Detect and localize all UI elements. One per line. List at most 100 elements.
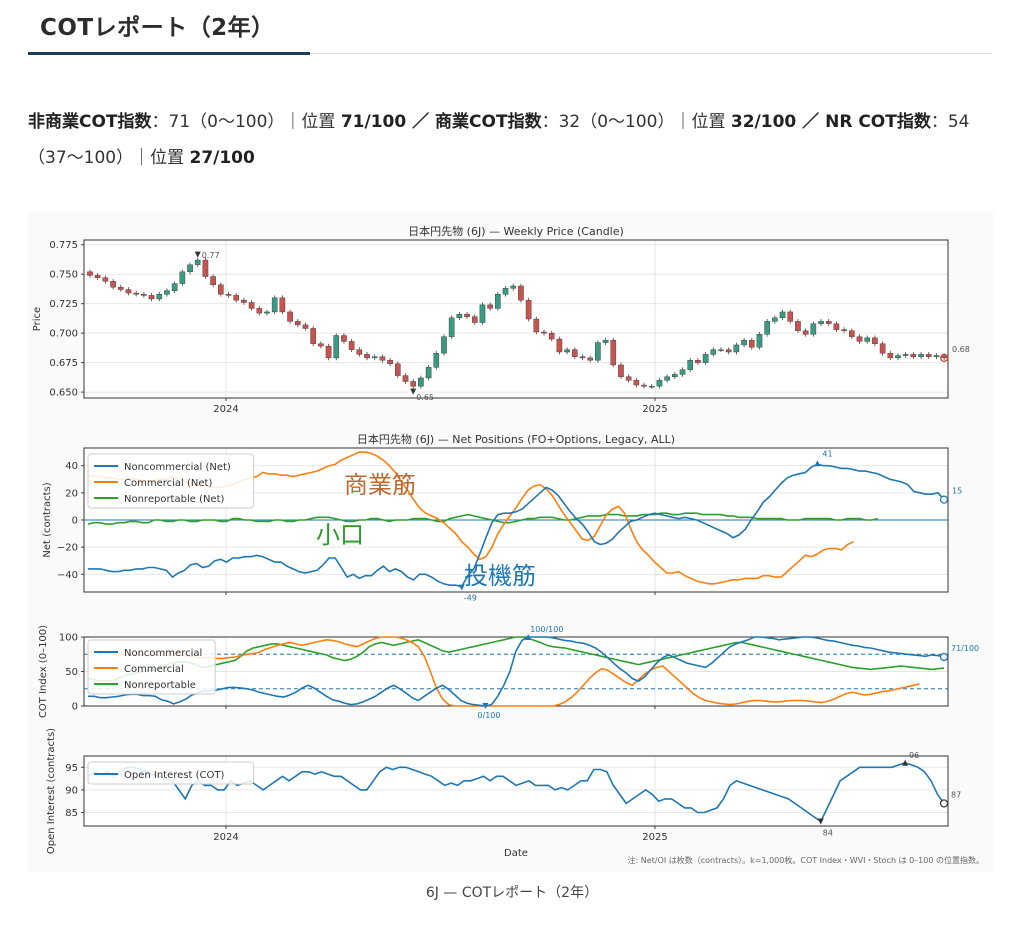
candle-body xyxy=(672,374,678,377)
candle-body xyxy=(433,352,440,368)
candle-body xyxy=(787,311,794,322)
nonreportable-position: 27/100 xyxy=(189,148,255,168)
y-tick-label: 0 xyxy=(72,516,78,527)
candle-body xyxy=(218,284,224,295)
candle-body xyxy=(641,384,647,387)
candle-body xyxy=(718,349,724,351)
candle-body xyxy=(495,294,501,309)
candle-body xyxy=(602,340,609,343)
last-label: 71/100 xyxy=(951,644,979,653)
candle-body xyxy=(687,360,694,370)
figure-caption: 6J — COTレポート（2年） xyxy=(425,885,599,901)
candle-body xyxy=(587,357,593,361)
candle-body xyxy=(302,324,309,329)
candle-body xyxy=(525,299,532,320)
last-marker xyxy=(939,495,949,504)
candle-body xyxy=(125,289,132,294)
legend-entry: Commercial xyxy=(124,664,184,675)
candle-body xyxy=(541,331,547,334)
x-tick-label: 2024 xyxy=(213,404,238,415)
candle-body xyxy=(802,330,809,335)
y-axis-label: Open Interest (contracts) xyxy=(46,728,57,854)
candle-body xyxy=(887,352,894,359)
candle-body xyxy=(110,281,116,288)
nonreportable-index-label: NR COT指数 xyxy=(825,112,931,132)
net-positions-panel: 40 20 0 −20 −40 Net (contracts) 日本円先物 (6J) — N… xyxy=(42,432,962,603)
candle-body xyxy=(341,335,347,342)
x-axis-label: Date xyxy=(504,848,528,859)
y-tick-label: −20 xyxy=(57,543,78,554)
legend-entry: Noncommercial xyxy=(124,648,202,659)
candle-body xyxy=(518,285,524,301)
last-marker xyxy=(939,799,949,808)
candle-body xyxy=(710,349,717,355)
y-axis-label: Net (contracts) xyxy=(42,482,53,557)
candle-body xyxy=(502,288,509,295)
candle-body xyxy=(241,299,247,303)
candle-body xyxy=(818,321,824,324)
candle-body xyxy=(533,318,540,333)
y-tick-label: 0.700 xyxy=(49,329,78,340)
candle-body xyxy=(425,367,432,379)
candle-body xyxy=(479,304,486,323)
candle-body xyxy=(202,259,209,277)
candle-body xyxy=(595,342,601,361)
legend-entry: Nonreportable xyxy=(124,680,196,691)
min-label: 0/100 xyxy=(477,711,500,720)
noncommercial-position: 71/100 xyxy=(340,112,407,132)
candle-body xyxy=(171,283,178,291)
candle-body xyxy=(733,344,740,353)
candle-body xyxy=(310,328,316,344)
candle-body xyxy=(764,321,770,335)
noncommercial-index-label: 非商業COT指数 xyxy=(28,112,152,132)
cot-figure: 0.650 0.675 0.700 0.725 0.750 0.775 Price 日本円先物… xyxy=(28,212,994,872)
candle-body xyxy=(441,336,447,354)
candle-body xyxy=(833,323,840,330)
last-label: 15 xyxy=(952,487,962,496)
candle-body xyxy=(448,317,455,337)
candle-body xyxy=(910,354,917,357)
candle-body xyxy=(156,294,163,300)
cot-chart-svg: 0.6500.6750.7000.7250.7500.775Price日本円先物… xyxy=(32,224,984,865)
candle-body xyxy=(287,311,293,322)
x-tick-label: 2025 xyxy=(642,832,667,843)
noncommercial-overlay-label: 投機筋 xyxy=(464,562,536,590)
candle-body xyxy=(325,345,332,359)
candle-body xyxy=(579,356,586,359)
candle-body xyxy=(333,335,340,359)
candle-body xyxy=(656,380,663,387)
candle-body xyxy=(510,285,517,289)
candle-body xyxy=(225,294,232,296)
candle-body xyxy=(825,321,832,324)
candle-body xyxy=(879,343,886,354)
candle-body xyxy=(548,332,555,340)
candle-body xyxy=(133,292,139,295)
legend-entry: Open Interest (COT) xyxy=(124,770,224,781)
candle-body xyxy=(279,297,286,313)
separator: ／ xyxy=(406,112,436,132)
high-label: 0.77 xyxy=(202,251,220,260)
y-tick-label: 50 xyxy=(65,667,78,678)
cot-summary: 非商業COT指数：71（0〜100）｜位置 71/100 ／ 商業COT指数：3… xyxy=(28,104,988,176)
commercial-position: 32/100 xyxy=(730,112,797,132)
candle-body xyxy=(402,375,409,382)
candle-body xyxy=(772,317,778,322)
candle-body xyxy=(918,354,924,357)
candle-body xyxy=(471,316,478,323)
y-tick-label: 0.750 xyxy=(49,270,78,281)
last-marker xyxy=(939,652,949,662)
candle-body xyxy=(164,290,170,295)
commercial-index-text: ：32（0〜100）｜位置 xyxy=(541,112,731,132)
candle-body xyxy=(379,356,386,361)
candle-body xyxy=(87,271,93,276)
max-label: 41 xyxy=(822,449,832,458)
open-interest-panel: 95 90 85 Open Interest (contracts) 2024 2025 9… xyxy=(46,728,961,859)
candle-body xyxy=(933,355,940,357)
y-tick-label: 100 xyxy=(59,633,78,644)
panel-title: 日本円先物 (6J) — Net Positions (FO+Options, … xyxy=(357,432,675,446)
candle-body xyxy=(702,354,709,363)
candle-body xyxy=(456,314,463,319)
candle-body xyxy=(895,355,901,359)
candle-body xyxy=(148,295,155,300)
y-tick-label: 95 xyxy=(65,763,78,774)
